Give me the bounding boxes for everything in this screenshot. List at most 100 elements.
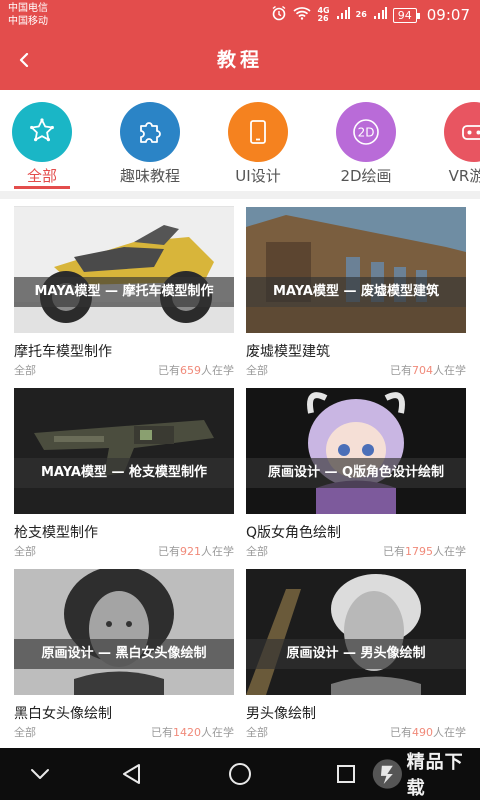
course-learner-count: 已有490人在学 <box>390 724 466 740</box>
course-banner: 原画设计 — 男头像绘制 <box>246 639 466 669</box>
course-title: Q版女角色绘制 <box>246 525 342 541</box>
category-strip[interactable]: 全部 趣味教程 UI设计 2D 2D绘画 VR游戏 <box>0 90 480 190</box>
category-item-fun[interactable]: 趣味教程 <box>100 102 200 185</box>
course-category: 全部 <box>14 726 36 739</box>
course-thumbnail <box>14 388 234 514</box>
count-number: 1420 <box>173 726 201 739</box>
course-banner: MAYA模型 — 废墟模型建筑 <box>246 277 466 307</box>
course-thumbnail <box>246 207 466 333</box>
count-prefix: 已有 <box>383 545 405 558</box>
app-bar: 教程 <box>0 30 480 90</box>
puzzle-icon <box>120 102 180 162</box>
count-number: 659 <box>180 364 201 377</box>
carrier-1: 中国电信 <box>8 3 48 14</box>
count-prefix: 已有 <box>151 726 173 739</box>
nav-back-button[interactable] <box>112 758 152 790</box>
course-title: 枪支模型制作 <box>14 525 98 541</box>
course-card-man-portrait[interactable]: 原画设计 — 男头像绘制 男头像绘制 全部 已有490人在学 <box>246 561 466 739</box>
count-number: 704 <box>412 364 433 377</box>
signal-icon <box>373 6 387 24</box>
network-type-c: 26 <box>355 10 367 19</box>
course-card-woman-portrait[interactable]: 原画设计 — 黑白女头像绘制 黑白女头像绘制 全部 已有1420人在学 <box>14 561 234 739</box>
watermark: 精品下载 <box>370 752 476 799</box>
wifi-icon <box>293 6 312 24</box>
course-thumbnail <box>14 207 234 333</box>
course-category: 全部 <box>246 726 268 739</box>
count-suffix: 人在学 <box>433 545 466 558</box>
nav-home-button[interactable] <box>220 758 260 790</box>
network-type-label: 4G 26 <box>317 7 329 23</box>
nav-collapse-button[interactable] <box>20 758 60 790</box>
category-label: 2D绘画 <box>340 167 392 185</box>
category-item-2d[interactable]: 2D 2D绘画 <box>316 102 416 185</box>
course-card-motorcycle[interactable]: MAYA模型 — 摩托车模型制作 摩托车模型制作 全部 已有659人在学 <box>14 199 234 377</box>
count-number: 490 <box>412 726 433 739</box>
battery-icon: 94 <box>392 7 420 23</box>
course-category: 全部 <box>14 545 36 558</box>
category-item-ui[interactable]: UI设计 <box>208 102 308 185</box>
category-label: VR游戏 <box>448 167 480 185</box>
count-number: 1795 <box>405 545 433 558</box>
course-banner: 原画设计 — 黑白女头像绘制 <box>14 639 234 669</box>
2d-icon-text: 2D <box>358 126 375 140</box>
category-label: 全部 <box>26 167 57 185</box>
count-suffix: 人在学 <box>201 545 234 558</box>
nav-recents-icon <box>337 765 355 783</box>
count-prefix: 已有 <box>390 364 412 377</box>
vr-headset-icon <box>444 102 480 162</box>
course-learner-count: 已有704人在学 <box>390 362 466 378</box>
course-thumbnail <box>246 569 466 695</box>
course-card-chibi[interactable]: 原画设计 — Q版角色设计绘制 Q版女角色绘制 全部 已有1795人在学 <box>246 380 466 558</box>
count-suffix: 人在学 <box>201 726 234 739</box>
course-card-gun[interactable]: MAYA模型 — 枪支模型制作 枪支模型制作 全部 已有921人在学 <box>14 380 234 558</box>
course-title: 男头像绘制 <box>246 706 316 722</box>
course-grid: MAYA模型 — 摩托车模型制作 摩托车模型制作 全部 已有659人在学 MAY… <box>0 199 480 744</box>
course-category: 全部 <box>14 364 36 377</box>
course-learner-count: 已有659人在学 <box>158 362 234 378</box>
alarm-icon <box>271 5 287 25</box>
category-active-indicator <box>14 186 70 189</box>
course-learner-count: 已有1795人在学 <box>383 543 466 559</box>
course-title: 黑白女头像绘制 <box>14 706 112 722</box>
course-thumbnail <box>14 569 234 695</box>
tablet-icon <box>228 102 288 162</box>
course-card-ruins[interactable]: MAYA模型 — 废墟模型建筑 废墟模型建筑 全部 已有704人在学 <box>246 199 466 377</box>
signal-icon <box>336 6 350 24</box>
carrier-2: 中国移动 <box>8 16 48 27</box>
count-suffix: 人在学 <box>201 364 234 377</box>
course-banner: 原画设计 — Q版角色设计绘制 <box>246 458 466 488</box>
course-title: 摩托车模型制作 <box>14 344 112 360</box>
system-nav-bar: 精品下载 <box>0 748 480 800</box>
network-type-b: 26 <box>317 14 329 23</box>
category-label: UI设计 <box>235 167 281 185</box>
page-title: 教程 <box>216 49 263 71</box>
course-learner-count: 已有921人在学 <box>158 543 234 559</box>
count-prefix: 已有 <box>158 364 180 377</box>
watermark-logo-icon <box>372 759 402 789</box>
sheriff-star-icon <box>12 102 72 162</box>
count-suffix: 人在学 <box>433 364 466 377</box>
nav-home-icon <box>229 763 251 785</box>
course-category: 全部 <box>246 545 268 558</box>
course-thumbnail <box>246 388 466 514</box>
count-number: 921 <box>180 545 201 558</box>
category-item-all[interactable]: 全部 <box>0 102 92 185</box>
status-bar: 中国电信 中国移动 4G 26 26 94 09:07 <box>0 0 480 30</box>
course-banner: MAYA模型 — 枪支模型制作 <box>14 458 234 488</box>
nav-recents-button[interactable] <box>326 758 366 790</box>
category-item-vr[interactable]: VR游戏 <box>424 102 480 185</box>
category-label: 趣味教程 <box>119 167 180 185</box>
2d-icon: 2D <box>336 102 396 162</box>
count-prefix: 已有 <box>158 545 180 558</box>
section-divider <box>0 191 480 199</box>
count-suffix: 人在学 <box>433 726 466 739</box>
course-learner-count: 已有1420人在学 <box>151 724 234 740</box>
status-time: 09:07 <box>426 6 470 24</box>
course-category: 全部 <box>246 364 268 377</box>
watermark-text: 精品下载 <box>406 752 464 799</box>
nav-back-icon <box>123 764 140 784</box>
course-title: 废墟模型建筑 <box>246 344 330 360</box>
status-icons: 4G 26 26 94 09:07 <box>271 5 470 25</box>
course-banner: MAYA模型 — 摩托车模型制作 <box>14 277 234 307</box>
count-prefix: 已有 <box>390 726 412 739</box>
